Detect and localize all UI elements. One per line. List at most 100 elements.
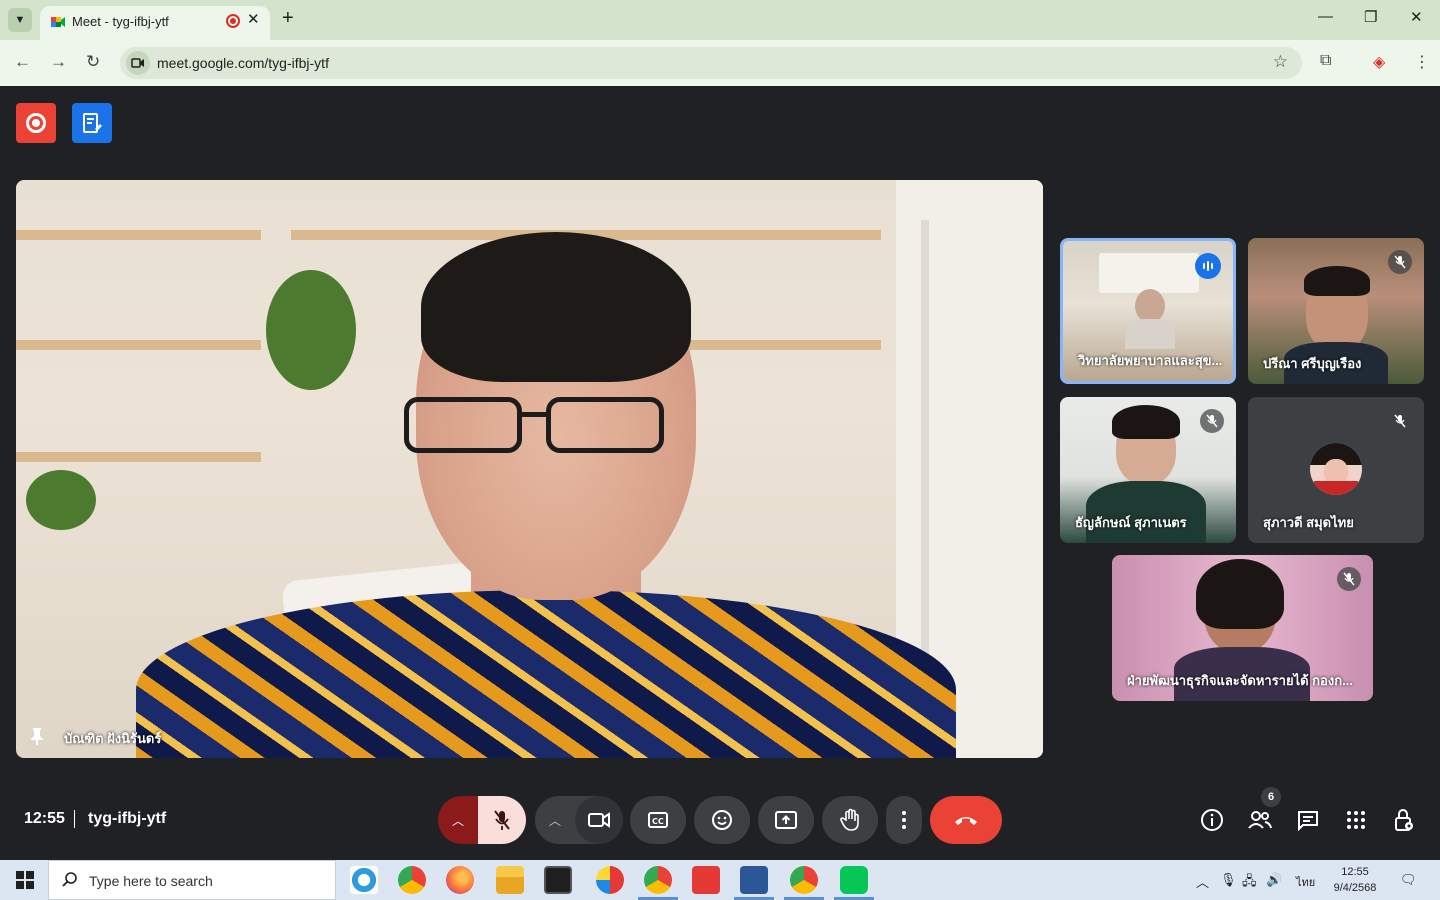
record-icon [26, 113, 46, 133]
camera-control: ︿ [535, 796, 623, 844]
app-icon[interactable] [596, 866, 624, 894]
participant-name: ธัญลักษณ์ สุภาเนตร [1075, 515, 1187, 530]
chrome-active-icon[interactable] [790, 866, 818, 894]
back-icon[interactable]: ← [14, 52, 31, 72]
close-window-button[interactable]: ✕ [1410, 8, 1423, 26]
minimize-button[interactable]: — [1318, 8, 1333, 25]
participant-tile[interactable]: ธัญลักษณ์ สุภาเนตร [1060, 397, 1236, 543]
file-explorer-icon[interactable] [496, 866, 524, 894]
chat-icon[interactable] [1294, 806, 1322, 834]
video-glasses [404, 397, 522, 453]
microphone-control: ︿ [438, 796, 526, 844]
video-person-hair [1196, 559, 1284, 629]
video-person-shirt [136, 590, 956, 758]
meet-bottom-bar: 12:55 tyg-ifbj-ytf ︿ ︿ CC 6 [0, 786, 1440, 860]
terminal-icon[interactable] [544, 866, 572, 894]
address-bar[interactable]: meet.google.com/tyg-ifbj-ytf ☆ [120, 47, 1302, 79]
main-speaker-video[interactable]: บัณฑิต ฝังนิรันดร์ [16, 180, 1043, 758]
internet-explorer-icon[interactable] [350, 866, 378, 894]
raise-hand-button[interactable] [822, 796, 878, 844]
recording-indicator-icon [226, 14, 240, 28]
participant-tile[interactable]: ฝ่ายพัฒนาธุรกิจและจัดหารายได้ กองก... [1112, 555, 1373, 701]
notes-button[interactable] [72, 103, 112, 143]
browser-tab-strip: ▼ Meet - tyg-ifbj-ytf ✕ + — ❐ ✕ [0, 0, 1440, 40]
mic-off-icon [1200, 409, 1224, 433]
extensions-icon[interactable]: ⧉ [1320, 52, 1331, 70]
search-placeholder: Type here to search [89, 873, 213, 889]
input-language[interactable]: ไทย [1296, 873, 1315, 891]
mic-off-icon [1388, 250, 1412, 274]
mic-off-icon [1388, 409, 1412, 433]
audio-options-chevron-icon[interactable]: ︿ [438, 796, 478, 844]
participant-name: ฝ่ายพัฒนาธุรกิจและจัดหารายได้ กองก... [1127, 673, 1353, 688]
chrome-profile-icon[interactable] [644, 866, 672, 894]
video-shelf [16, 340, 261, 350]
people-icon[interactable] [1246, 806, 1274, 834]
taskbar-search-box[interactable]: Type here to search [48, 860, 336, 900]
meeting-clock: 12:55 [24, 810, 65, 827]
windows-taskbar: Type here to search ︿ 🎙 🖧 🔊 ไทย 12:55 9/… [0, 860, 1440, 900]
tab-search-dropdown-icon[interactable]: ▼ [8, 8, 32, 32]
participant-tile[interactable]: วิทยาลัยพยาบาลและสุข... [1060, 238, 1236, 384]
show-hidden-icons-chevron-icon[interactable]: ︿ [1196, 872, 1209, 891]
video-glasses [519, 412, 549, 417]
tab-meet[interactable]: Meet - tyg-ifbj-ytf ✕ [40, 6, 270, 40]
participant-tile[interactable]: สุภาวดี สมุดไทย [1248, 397, 1424, 543]
meet-call-area: บัณฑิต ฝังนิรันดร์ วิทยาลัยพยาบาลและสุข.… [0, 86, 1440, 860]
forward-icon[interactable]: → [50, 52, 67, 72]
present-screen-button[interactable] [758, 796, 814, 844]
video-shelf [16, 452, 261, 462]
pdf-reader-icon[interactable] [692, 866, 720, 894]
meeting-details-icon[interactable] [1198, 806, 1226, 834]
closed-captions-icon: CC [648, 812, 668, 828]
reload-icon[interactable]: ↻ [86, 52, 100, 72]
bookmark-star-icon[interactable]: ☆ [1273, 52, 1288, 72]
new-tab-button[interactable]: + [282, 7, 294, 30]
video-person-face [1135, 289, 1165, 323]
video-person-hair [421, 232, 691, 382]
close-tab-icon[interactable]: ✕ [247, 10, 260, 28]
taskbar-date: 9/4/2568 [1333, 882, 1377, 894]
participant-name: วิทยาลัยพยาบาลและสุข... [1078, 353, 1223, 368]
video-banner [1099, 253, 1199, 293]
maximize-button[interactable]: ❐ [1364, 8, 1377, 26]
activities-icon[interactable] [1342, 806, 1370, 834]
browser-menu-icon[interactable]: ⋮ [1414, 52, 1430, 72]
google-meet-favicon-icon [51, 17, 65, 27]
more-options-button[interactable] [886, 796, 922, 844]
present-screen-icon [775, 811, 797, 829]
firefox-icon[interactable] [446, 866, 474, 894]
site-info-icon[interactable] [126, 51, 150, 75]
video-options-chevron-icon[interactable]: ︿ [535, 796, 575, 844]
microphone-tray-icon[interactable]: 🎙 [1220, 872, 1237, 888]
avatar [1310, 443, 1362, 495]
pin-icon[interactable] [28, 726, 46, 746]
emoji-icon [712, 810, 732, 830]
mic-off-icon [494, 810, 510, 830]
participant-tile[interactable]: ปรีณา ศรีบุญเรือง [1248, 238, 1424, 384]
video-glasses [546, 397, 664, 453]
participant-name: ปรีณา ศรีบุญเรือง [1263, 356, 1362, 371]
recording-button[interactable] [16, 103, 56, 143]
chrome-icon[interactable] [398, 866, 426, 894]
network-icon[interactable]: 🖧 [1242, 872, 1257, 894]
taskbar-time: 12:55 [1341, 866, 1369, 878]
divider [74, 810, 75, 828]
taskbar-clock[interactable]: 12:55 9/4/2568 [1330, 864, 1380, 896]
profile-avatar-icon[interactable]: ◈ [1373, 52, 1385, 72]
windows-start-icon[interactable] [16, 871, 34, 889]
more-vert-icon [902, 811, 906, 829]
microphone-toggle-button[interactable] [478, 796, 526, 844]
video-plant [266, 270, 356, 390]
volume-icon[interactable]: 🔊 [1266, 872, 1282, 888]
host-controls-lock-icon[interactable] [1390, 806, 1418, 834]
captions-button[interactable]: CC [630, 796, 686, 844]
word-icon[interactable] [740, 866, 768, 894]
notifications-icon[interactable]: 🗨 [1400, 872, 1417, 888]
leave-call-button[interactable] [930, 796, 1002, 844]
url-text: meet.google.com/tyg-ifbj-ytf [157, 55, 329, 71]
camera-icon [588, 812, 610, 828]
camera-toggle-button[interactable] [575, 796, 623, 844]
reactions-button[interactable] [694, 796, 750, 844]
line-app-icon[interactable] [840, 866, 868, 894]
